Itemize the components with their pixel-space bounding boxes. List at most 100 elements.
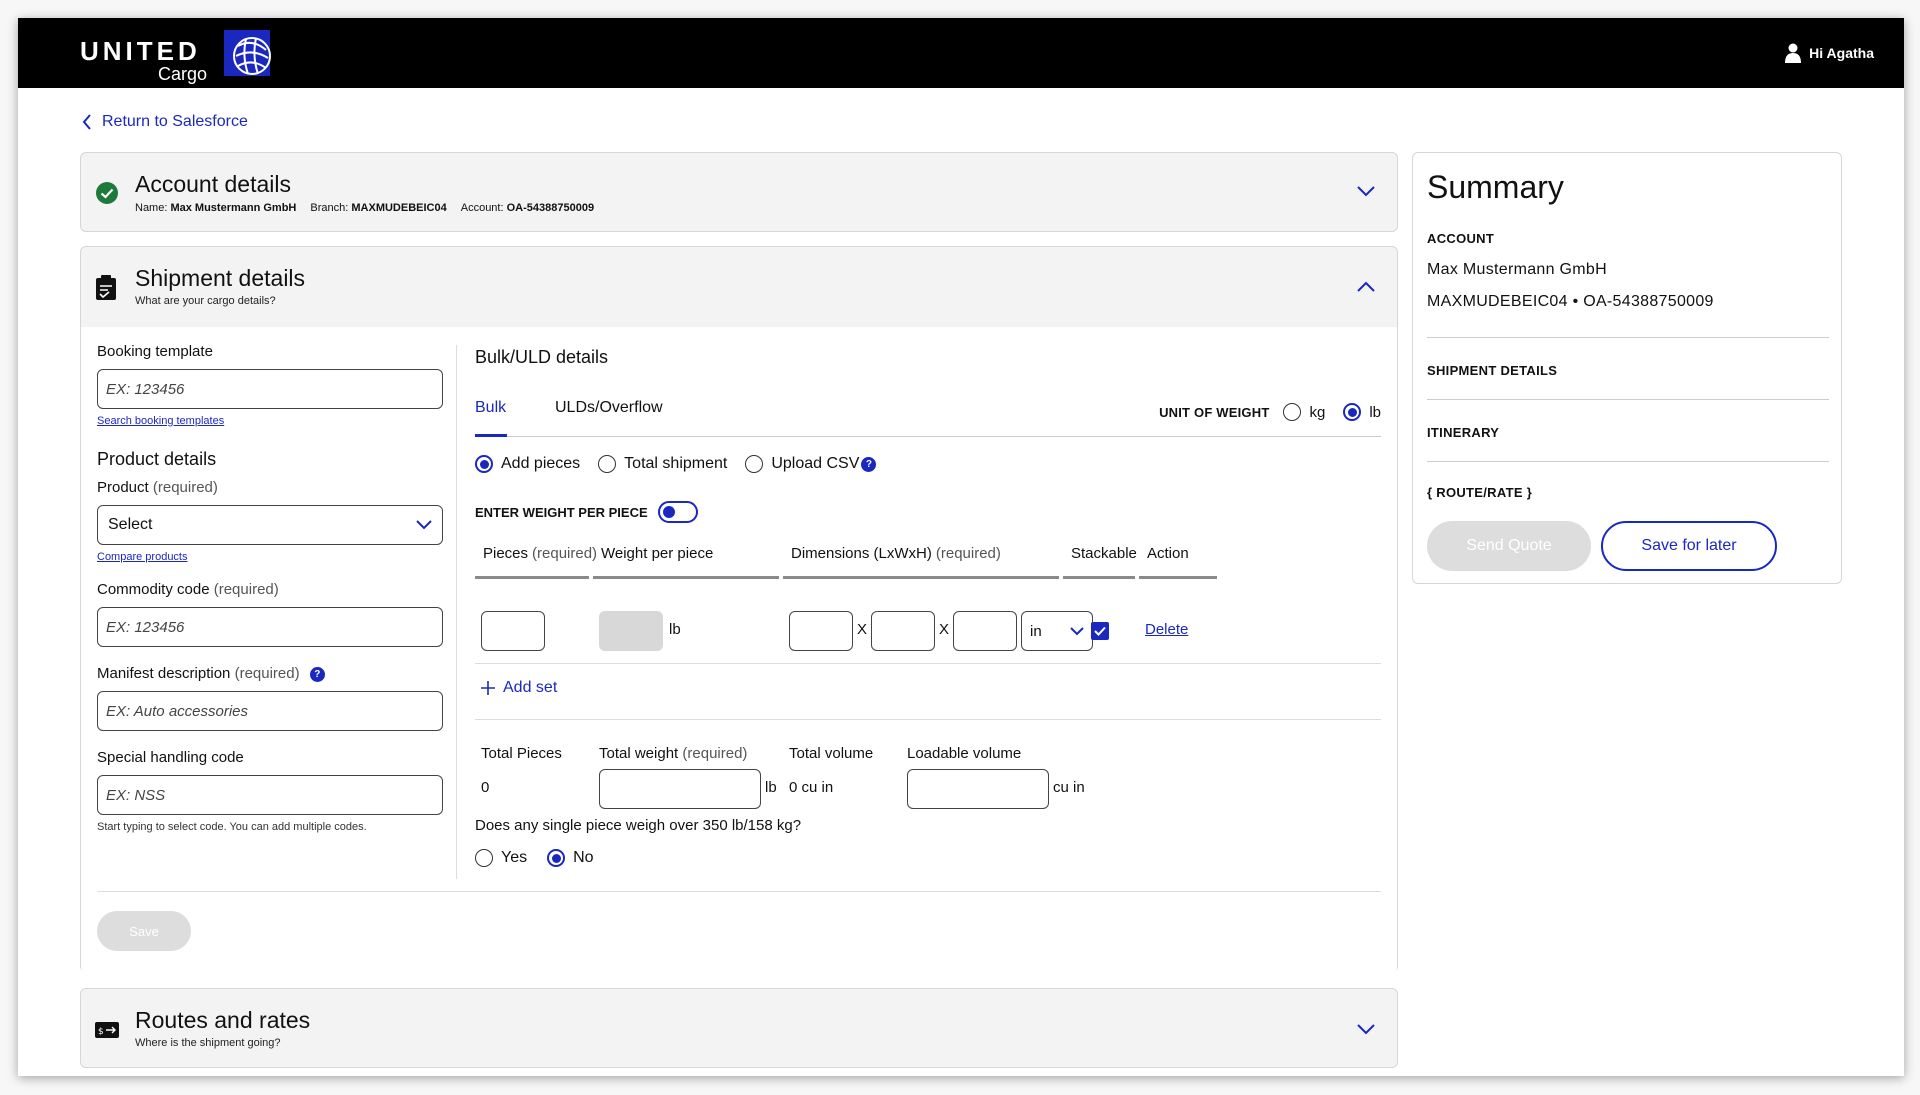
- summary-title: Summary: [1427, 169, 1564, 205]
- check-circle-icon: [96, 182, 118, 204]
- special-handling-label: Special handling code: [97, 749, 244, 766]
- unit-kg-radio[interactable]: [1283, 403, 1302, 421]
- shipment-details-body: Booking template EX: 123456 Search booki…: [81, 327, 1397, 973]
- column-header-dimensions: Dimensions (LxWxH) (required): [783, 545, 1059, 579]
- length-input[interactable]: [789, 611, 853, 651]
- weight-per-piece-label: ENTER WEIGHT PER PIECE: [475, 504, 648, 520]
- stackable-checkbox[interactable]: [1091, 622, 1109, 640]
- branch-value: MAXMUDEBEIC04: [351, 202, 447, 214]
- add-pieces-label: Add pieces: [501, 455, 581, 472]
- pieces-header-label: Pieces: [483, 545, 529, 562]
- booking-template-input[interactable]: EX: 123456: [97, 369, 443, 409]
- tab-bulk[interactable]: Bulk: [475, 399, 506, 417]
- total-weight-input[interactable]: [599, 769, 761, 809]
- user-menu[interactable]: Hi Agatha: [1785, 43, 1874, 63]
- dimension-separator: X: [857, 621, 868, 638]
- summary-itinerary-heading: ITINERARY: [1427, 425, 1500, 440]
- return-to-salesforce-link[interactable]: Return to Salesforce: [82, 113, 248, 131]
- chevron-down-icon[interactable]: [1357, 1023, 1375, 1035]
- total-weight-label: Total weight (required): [599, 745, 747, 762]
- unit-lb-radio[interactable]: [1343, 403, 1362, 421]
- unit-kg-option[interactable]: kg: [1283, 403, 1325, 421]
- unit-lb-option[interactable]: lb: [1343, 403, 1381, 421]
- commodity-code-input[interactable]: EX: 123456: [97, 607, 443, 647]
- dimension-unit-select[interactable]: in: [1021, 611, 1093, 651]
- dimension-separator: X: [939, 621, 950, 638]
- pieces-input[interactable]: [481, 611, 545, 651]
- weight-per-piece-toggle[interactable]: [657, 501, 698, 523]
- loadable-volume-label: Loadable volume: [907, 745, 1022, 762]
- upload-csv-label: Upload CSV: [771, 455, 860, 472]
- mode-add-pieces[interactable]: Add pieces: [475, 455, 580, 473]
- send-quote-button[interactable]: Send Quote: [1427, 521, 1591, 571]
- pieces-header-required: (required): [532, 545, 598, 562]
- width-input[interactable]: [871, 611, 935, 651]
- heavy-no-label: No: [573, 849, 594, 866]
- compare-products-link[interactable]: Compare products: [97, 551, 188, 563]
- column-header-stackable: Stackable: [1063, 545, 1137, 579]
- special-handling-hint: Start typing to select code. You can add…: [97, 821, 367, 833]
- height-input[interactable]: [953, 611, 1017, 651]
- column-header-weight: Weight per piece: [593, 545, 779, 579]
- search-booking-templates-link[interactable]: Search booking templates: [97, 415, 224, 427]
- heavy-piece-options: Yes No: [475, 849, 594, 867]
- commodity-code-label-text: Commodity code: [97, 581, 210, 598]
- shipment-details-header[interactable]: Shipment details What are your cargo det…: [81, 247, 1397, 327]
- heavy-yes-radio[interactable]: [475, 849, 493, 867]
- app-window: UNITED Cargo Hi Agatha Return to Salesfo…: [18, 18, 1904, 1076]
- upload-csv-radio[interactable]: [745, 455, 764, 473]
- product-details-heading: Product details: [97, 449, 217, 469]
- shipment-details-title: Shipment details: [135, 265, 306, 291]
- checkmark-icon: [1094, 626, 1106, 636]
- routes-and-rates-subtitle: Where is the shipment going?: [135, 1037, 281, 1049]
- heavy-yes-option[interactable]: Yes: [475, 849, 527, 867]
- tab-ulds-overflow[interactable]: ULDs/Overflow: [555, 399, 663, 417]
- add-pieces-radio[interactable]: [475, 455, 493, 473]
- form-footer-divider: [97, 891, 1381, 892]
- delete-row-link[interactable]: Delete: [1145, 621, 1188, 638]
- product-select[interactable]: Select: [97, 505, 443, 545]
- entry-mode-group: Add pieces Total shipment Upload CSV ?: [475, 455, 877, 473]
- manifest-description-input[interactable]: EX: Auto accessories: [97, 691, 443, 731]
- summary-account-name: Max Mustermann GmbH: [1427, 261, 1607, 278]
- ticket-icon: $: [95, 1022, 119, 1038]
- info-icon[interactable]: ?: [861, 456, 877, 472]
- total-pieces-label: Total Pieces: [481, 745, 562, 762]
- brand-wordmark: UNITED: [80, 36, 201, 66]
- add-set-label: Add set: [503, 679, 558, 696]
- summary-route-heading: { ROUTE/RATE }: [1427, 485, 1533, 500]
- chevron-down-icon[interactable]: [1357, 185, 1375, 197]
- loadable-volume-input[interactable]: [907, 769, 1049, 809]
- bulk-tabs: Bulk ULDs/Overflow UNIT OF WEIGHT kg lb: [475, 399, 1381, 437]
- dimension-unit-value: in: [1030, 622, 1042, 640]
- account-details-panel[interactable]: Account details Name: Max Mustermann Gmb…: [80, 152, 1398, 232]
- heavy-no-radio[interactable]: [547, 849, 566, 867]
- dimensions-header-label: Dimensions (LxWxH): [791, 545, 932, 562]
- total-weight-required: (required): [682, 745, 748, 762]
- info-icon[interactable]: ?: [309, 666, 325, 682]
- summary-account-line: MAXMUDEBEIC04 • OA-54388750009: [1427, 293, 1714, 310]
- special-handling-input[interactable]: EX: NSS: [97, 775, 443, 815]
- save-for-later-button[interactable]: Save for later: [1601, 521, 1777, 571]
- clipboard-icon: [96, 275, 116, 300]
- return-link-label: Return to Salesforce: [102, 113, 248, 130]
- add-set-button[interactable]: Add set: [481, 679, 557, 697]
- commodity-code-label: Commodity code (required): [97, 581, 279, 598]
- chevron-up-icon[interactable]: [1357, 281, 1375, 293]
- weight-per-piece-input: [599, 611, 663, 651]
- mode-total-shipment[interactable]: Total shipment: [598, 455, 727, 473]
- routes-and-rates-panel[interactable]: $ Routes and rates Where is the shipment…: [80, 988, 1398, 1068]
- total-shipment-radio[interactable]: [598, 455, 617, 473]
- heavy-no-option[interactable]: No: [547, 849, 594, 867]
- mode-upload-csv[interactable]: Upload CSV ?: [745, 455, 877, 473]
- save-button[interactable]: Save: [97, 911, 191, 951]
- total-pieces-value: 0: [481, 779, 490, 796]
- heavy-yes-label: Yes: [501, 849, 528, 866]
- globe-icon: [224, 30, 271, 76]
- total-volume-label: Total volume: [789, 745, 874, 762]
- weight-unit-label: lb: [669, 621, 681, 638]
- account-value: OA-54388750009: [506, 202, 595, 214]
- account-label: Account:: [460, 202, 504, 214]
- bulk-uld-title: Bulk/ULD details: [475, 347, 609, 367]
- unit-of-weight-label: UNIT OF WEIGHT: [1159, 404, 1270, 420]
